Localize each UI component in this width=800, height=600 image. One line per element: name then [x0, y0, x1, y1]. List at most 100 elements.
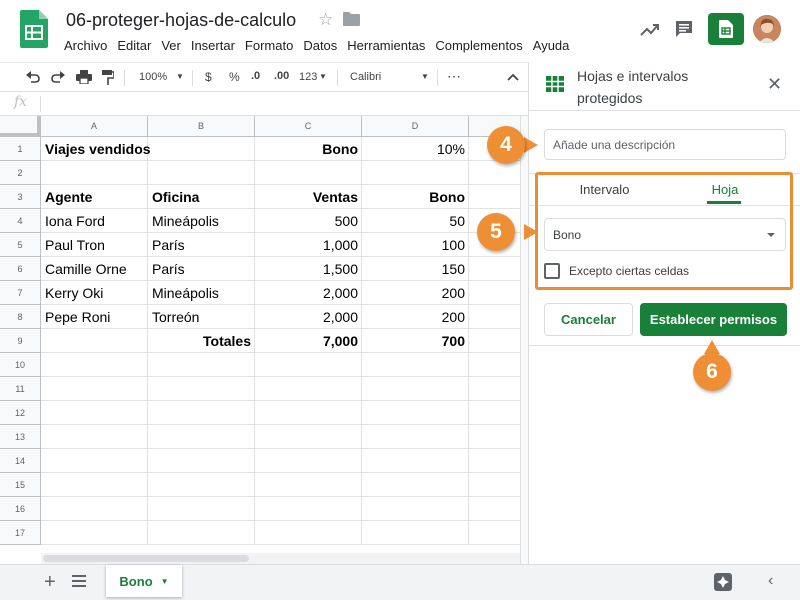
row-header-11[interactable]: 11	[0, 377, 41, 401]
paint-format-icon[interactable]	[102, 70, 114, 85]
cell-e6[interactable]	[469, 257, 520, 281]
more-formats-caret-icon[interactable]: ▼	[319, 72, 327, 81]
column-header-b[interactable]: B	[148, 116, 255, 137]
cell-a13[interactable]	[41, 425, 148, 449]
cell-c9[interactable]: 7,000	[255, 329, 362, 353]
redo-icon[interactable]	[51, 71, 65, 83]
font-caret-icon[interactable]: ▼	[421, 72, 429, 81]
cell-b8[interactable]: Torreón	[148, 305, 255, 329]
currency-format-button[interactable]: $	[205, 70, 212, 84]
menu-formato[interactable]: Formato	[240, 36, 298, 55]
trend-icon[interactable]	[640, 20, 660, 38]
cell-e16[interactable]	[469, 497, 520, 521]
sheets-logo-icon[interactable]	[20, 10, 48, 48]
sheet-tab-caret-icon[interactable]: ▼	[161, 577, 169, 586]
description-input[interactable]	[544, 129, 786, 160]
cell-a9[interactable]	[41, 329, 148, 353]
cell-c1[interactable]: Bono	[255, 137, 362, 161]
percent-format-button[interactable]: %	[229, 70, 240, 84]
row-header-3[interactable]: 3	[0, 185, 41, 209]
cell-d3[interactable]: Bono	[362, 185, 469, 209]
more-formats-button[interactable]: 123	[299, 71, 317, 83]
row-header-9[interactable]: 9	[0, 329, 41, 353]
horizontal-scrollbar[interactable]	[41, 553, 520, 564]
cell-e12[interactable]	[469, 401, 520, 425]
zoom-select[interactable]: 100%	[139, 71, 167, 83]
menu-datos[interactable]: Datos	[298, 36, 342, 55]
cell-e14[interactable]	[469, 449, 520, 473]
cell-a17[interactable]	[41, 521, 148, 545]
share-button[interactable]	[708, 13, 744, 45]
cell-d16[interactable]	[362, 497, 469, 521]
row-header-16[interactable]: 16	[0, 497, 41, 521]
cell-d4[interactable]: 50	[362, 209, 469, 233]
cell-a10[interactable]	[41, 353, 148, 377]
cell-c4[interactable]: 500	[255, 209, 362, 233]
formula-bar[interactable]: fx	[0, 92, 528, 116]
row-header-6[interactable]: 6	[0, 257, 41, 281]
row-header-13[interactable]: 13	[0, 425, 41, 449]
cell-b11[interactable]	[148, 377, 255, 401]
cell-c14[interactable]	[255, 449, 362, 473]
cell-a5[interactable]: Paul Tron	[41, 233, 148, 257]
avatar[interactable]	[753, 15, 781, 43]
cell-b14[interactable]	[148, 449, 255, 473]
font-select[interactable]: Calibri	[350, 71, 381, 83]
cell-b1[interactable]	[148, 137, 255, 161]
cell-b5[interactable]: París	[148, 233, 255, 257]
cell-a12[interactable]	[41, 401, 148, 425]
increase-decimal-button[interactable]: .00	[274, 70, 289, 82]
star-icon[interactable]: ☆	[318, 10, 333, 30]
cell-c8[interactable]: 2,000	[255, 305, 362, 329]
collapse-side-panel-button[interactable]: ‹	[768, 572, 773, 590]
cell-c5[interactable]: 1,000	[255, 233, 362, 257]
cell-a4[interactable]: Iona Ford	[41, 209, 148, 233]
cell-a1[interactable]: Viajes vendidos	[41, 137, 151, 161]
cell-d15[interactable]	[362, 473, 469, 497]
vertical-scrollbar[interactable]	[520, 116, 528, 564]
cell-d1[interactable]: 10%	[362, 137, 469, 161]
menu-editar[interactable]: Editar	[112, 36, 156, 55]
zoom-caret-icon[interactable]: ▼	[176, 72, 184, 81]
cell-b15[interactable]	[148, 473, 255, 497]
cell-b2[interactable]	[148, 161, 255, 185]
cell-a11[interactable]	[41, 377, 148, 401]
print-icon[interactable]	[76, 70, 92, 84]
cell-d6[interactable]: 150	[362, 257, 469, 281]
sheet-tab-bono[interactable]: Bono ▼	[106, 565, 182, 597]
cell-e15[interactable]	[469, 473, 520, 497]
spreadsheet-grid[interactable]: A B C D 1 Viajes vendidos Bono 10% 2 3 Agente O…	[0, 116, 520, 564]
menu-insertar[interactable]: Insertar	[186, 36, 240, 55]
cell-c7[interactable]: 2,000	[255, 281, 362, 305]
collapse-toolbar-icon[interactable]	[507, 73, 519, 81]
row-header-4[interactable]: 4	[0, 209, 41, 233]
cell-b13[interactable]	[148, 425, 255, 449]
cell-a16[interactable]	[41, 497, 148, 521]
cell-b12[interactable]	[148, 401, 255, 425]
cell-d12[interactable]	[362, 401, 469, 425]
cell-c13[interactable]	[255, 425, 362, 449]
menu-herramientas[interactable]: Herramientas	[342, 36, 430, 55]
select-all-corner[interactable]	[0, 116, 41, 137]
folder-icon[interactable]	[343, 12, 360, 26]
cell-c2[interactable]	[255, 161, 362, 185]
row-header-2[interactable]: 2	[0, 161, 41, 185]
cell-e11[interactable]	[469, 377, 520, 401]
cell-b6[interactable]: París	[148, 257, 255, 281]
cell-b3[interactable]: Oficina	[148, 185, 255, 209]
cell-d7[interactable]: 200	[362, 281, 469, 305]
cell-a15[interactable]	[41, 473, 148, 497]
cell-e8[interactable]	[469, 305, 520, 329]
row-header-12[interactable]: 12	[0, 401, 41, 425]
cell-d5[interactable]: 100	[362, 233, 469, 257]
cell-c12[interactable]	[255, 401, 362, 425]
cell-d2[interactable]	[362, 161, 469, 185]
cell-e2[interactable]	[469, 161, 520, 185]
cell-e3[interactable]	[469, 185, 520, 209]
menu-complementos[interactable]: Complementos	[430, 36, 527, 55]
cell-a7[interactable]: Kerry Oki	[41, 281, 148, 305]
menu-archivo[interactable]: Archivo	[59, 36, 112, 55]
cell-d17[interactable]	[362, 521, 469, 545]
cell-a14[interactable]	[41, 449, 148, 473]
cell-a3[interactable]: Agente	[41, 185, 148, 209]
